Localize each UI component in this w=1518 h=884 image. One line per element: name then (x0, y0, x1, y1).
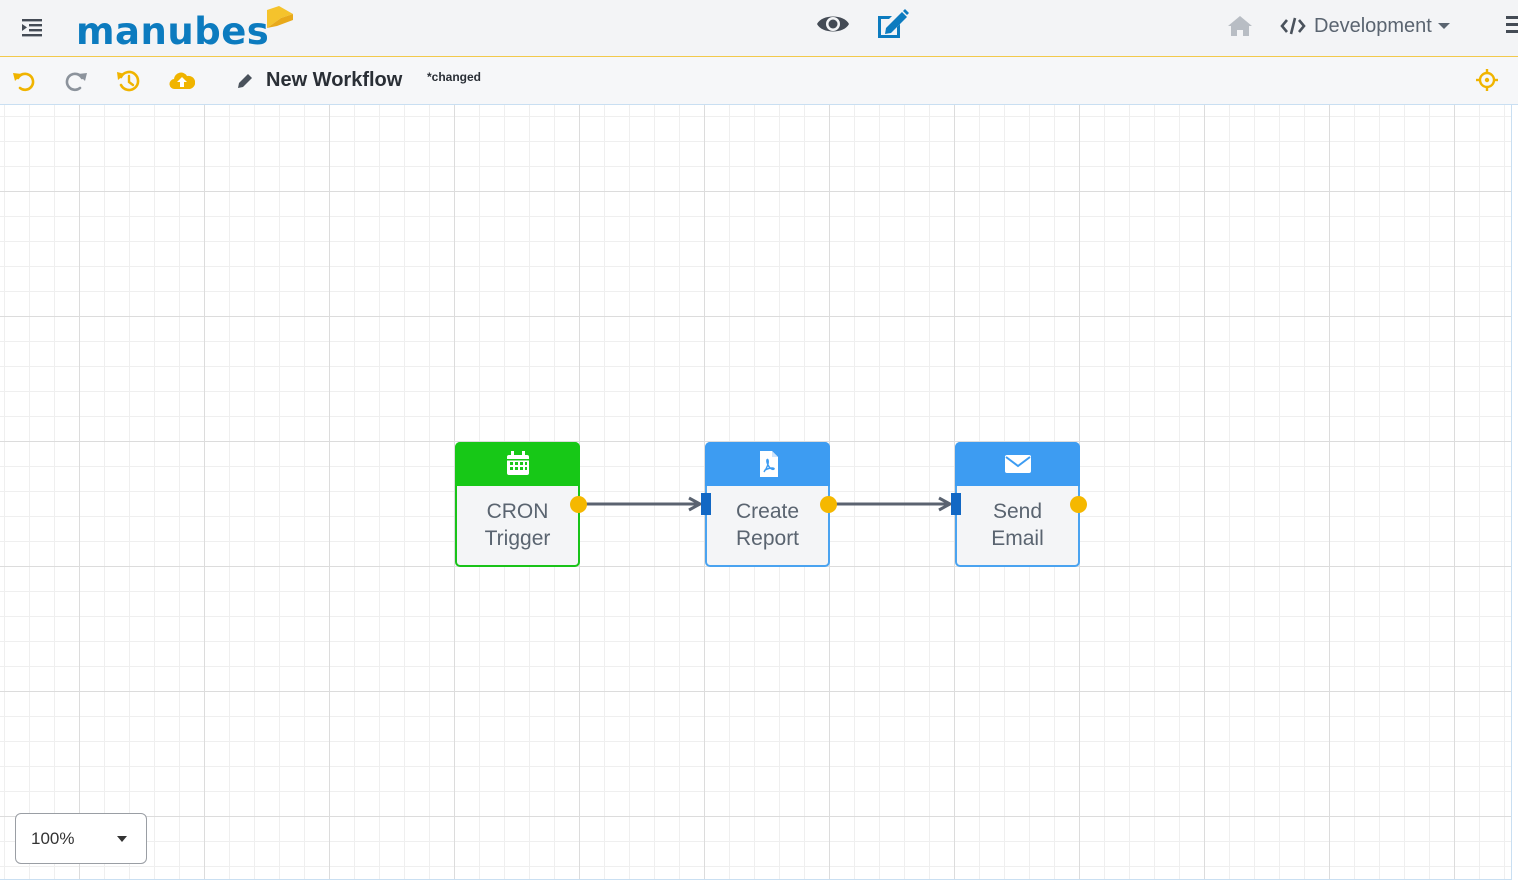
workflow-toolbar: New Workflow *changed (0, 57, 1518, 105)
undo-icon[interactable] (11, 68, 37, 94)
menu-indent-icon[interactable] (20, 15, 44, 39)
chevron-down-icon (117, 836, 127, 842)
output-port-cron[interactable] (570, 496, 587, 513)
home-icon[interactable] (1226, 14, 1254, 38)
zoom-value: 100% (31, 829, 75, 848)
connection-cron-to-report[interactable] (586, 496, 704, 512)
node-label-line2: Email (991, 527, 1044, 550)
eye-icon[interactable] (816, 10, 850, 38)
pencil-icon[interactable] (236, 72, 254, 90)
node-label-line2: Report (735, 527, 800, 550)
node-label: Send Email (957, 498, 1078, 552)
output-port-email[interactable] (1070, 496, 1087, 513)
hamburger-icon[interactable] (1506, 14, 1518, 36)
node-label-line1: CRON (486, 500, 549, 523)
zoom-select[interactable]: 100% (15, 813, 147, 864)
cloud-upload-icon[interactable] (169, 68, 195, 94)
environment-label: Development (1314, 14, 1432, 37)
envelope-icon (1004, 455, 1031, 473)
node-send-email[interactable]: Send Email (955, 442, 1080, 567)
top-header: manubes Development (0, 0, 1518, 57)
node-label-line1: Create (735, 500, 800, 523)
node-header (955, 442, 1080, 486)
output-port-report[interactable] (820, 496, 837, 513)
connection-report-to-email[interactable] (836, 496, 954, 512)
logo-text: manubes (76, 10, 270, 53)
environment-selector[interactable]: Development (1280, 11, 1450, 41)
pdf-file-icon (759, 451, 778, 477)
node-label-line2: Trigger (484, 527, 551, 550)
node-label: Create Report (707, 498, 828, 552)
input-port-report[interactable] (701, 493, 711, 515)
logo-flag-icon (267, 6, 293, 28)
node-create-report[interactable]: Create Report (705, 442, 830, 567)
node-cron-trigger[interactable]: CRON Trigger (455, 442, 580, 567)
workflow-status: *changed (427, 70, 482, 84)
calendar-icon (506, 451, 529, 475)
crosshair-icon[interactable] (1476, 69, 1498, 91)
chevron-down-icon (1437, 23, 1450, 29)
workflow-title[interactable]: New Workflow (266, 69, 402, 92)
node-header (455, 442, 580, 486)
redo-icon[interactable] (63, 68, 89, 94)
history-icon[interactable] (115, 68, 141, 94)
input-port-email[interactable] (951, 493, 961, 515)
node-label-line1: Send (992, 500, 1043, 523)
code-icon (1280, 17, 1306, 35)
edit-square-icon[interactable] (874, 8, 910, 40)
workflow-canvas[interactable]: CRON Trigger Create Report Send Email (0, 105, 1512, 880)
node-label: CRON Trigger (457, 498, 578, 552)
node-header (705, 442, 830, 486)
